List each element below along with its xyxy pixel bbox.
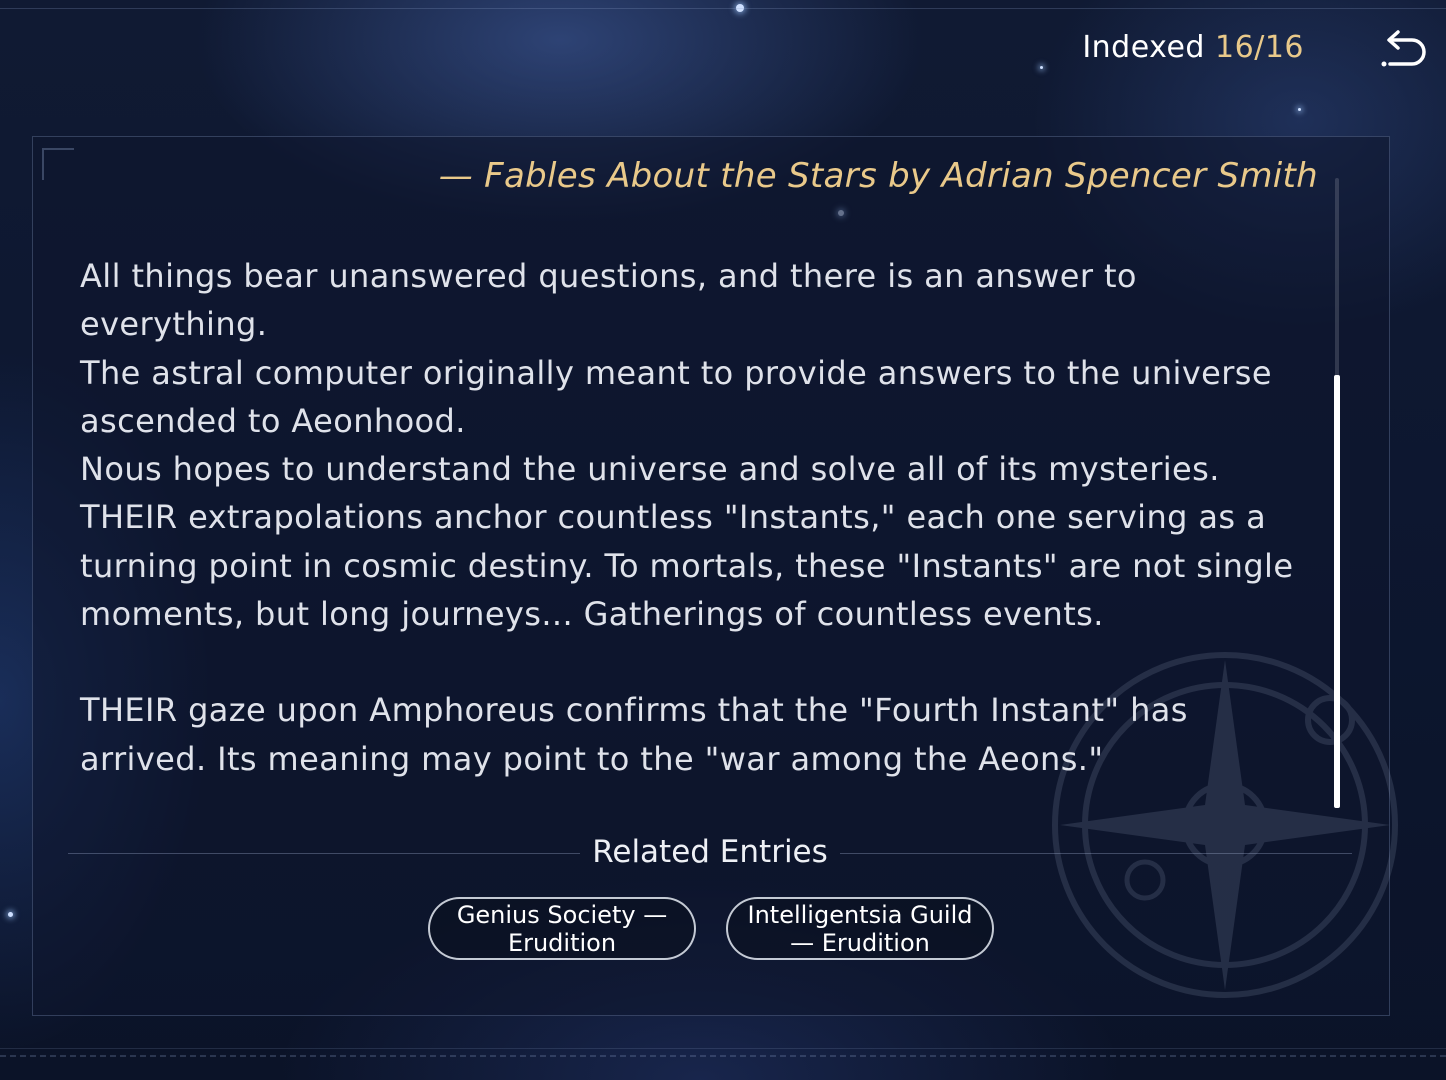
top-divider	[0, 8, 1446, 9]
related-entry-label: Intelligentsia Guild — Erudition	[747, 900, 973, 957]
related-entries-title: Related Entries	[592, 834, 828, 870]
bottom-divider	[0, 1048, 1446, 1049]
related-entry-label: Genius Society — Erudition	[456, 900, 668, 957]
star	[1040, 66, 1043, 69]
indexed-label: Indexed	[1082, 30, 1205, 65]
related-entry-intelligentsia-guild[interactable]: Intelligentsia Guild — Erudition	[726, 897, 994, 960]
entry-paragraph: Nous hopes to understand the universe an…	[80, 450, 1294, 634]
back-button[interactable]	[1378, 28, 1432, 76]
indexed-counter: Indexed 16/16	[1082, 30, 1304, 65]
related-divider-left	[68, 853, 580, 854]
indexed-count: 16/16	[1215, 30, 1304, 65]
entry-paragraph: THEIR gaze upon Amphoreus confirms that …	[80, 691, 1188, 778]
scrollbar-thumb[interactable]	[1334, 375, 1340, 808]
star	[1298, 108, 1301, 111]
panel-corner-ornament	[42, 148, 74, 180]
return-arrow-icon	[1381, 30, 1426, 67]
star	[8, 912, 13, 917]
entry-paragraph: The astral computer originally meant to …	[80, 353, 1272, 440]
entry-paragraph: All things bear unanswered questions, an…	[80, 257, 1137, 344]
entry-quote: — Fables About the Stars by Adrian Spenc…	[438, 156, 1318, 196]
related-divider-right	[840, 853, 1352, 854]
entry-body: All things bear unanswered questions, an…	[80, 252, 1315, 783]
related-entry-genius-society[interactable]: Genius Society — Erudition	[428, 897, 696, 960]
bottom-dashed-divider	[0, 1055, 1446, 1057]
